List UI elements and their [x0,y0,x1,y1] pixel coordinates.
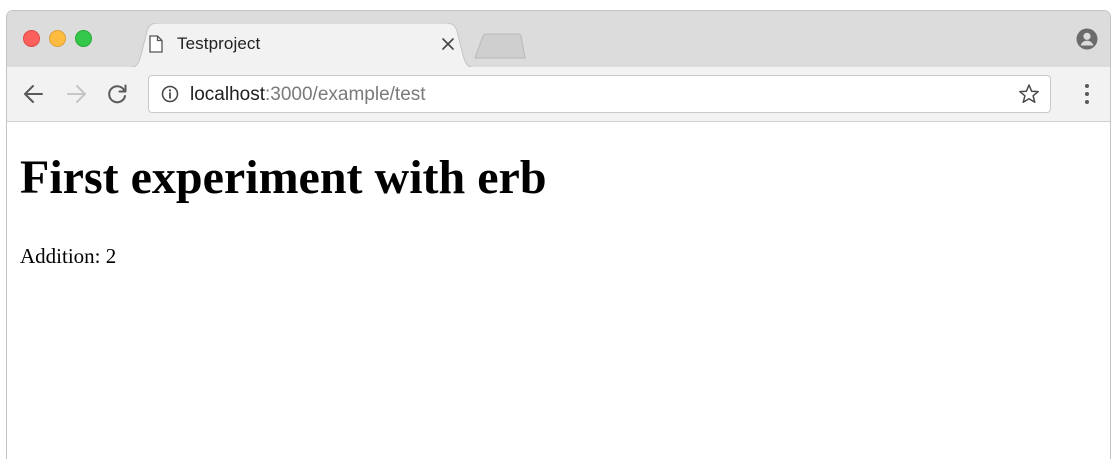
window-maximize-button[interactable] [75,30,92,47]
browser-window: Testproject localhost:3000/example/test … [6,10,1111,459]
url-host: localhost [190,84,265,105]
arrow-right-icon[interactable] [63,82,89,106]
new-tab-button[interactable] [473,33,527,59]
page-content: First experiment with erb Addition: 2 [7,122,1110,459]
profile-icon[interactable] [1076,28,1098,50]
arrow-left-icon[interactable] [21,82,47,106]
url-path: :3000/example/test [265,84,426,105]
close-icon[interactable] [440,36,456,52]
tab-title: Testproject [177,34,261,53]
url-text[interactable]: localhost:3000/example/test [190,84,426,106]
page-heading: First experiment with erb [20,151,547,204]
browser-tab[interactable]: Testproject [127,23,477,68]
addition-text: Addition: 2 [20,244,117,268]
address-bar[interactable]: localhost:3000/example/test [148,75,1051,113]
reload-icon[interactable] [105,82,131,106]
kebab-menu-icon[interactable] [1084,82,1090,106]
toolbar: localhost:3000/example/test [7,67,1110,122]
star-icon[interactable] [1018,83,1040,105]
info-icon[interactable] [161,85,179,103]
window-close-button[interactable] [23,30,40,47]
window-minimize-button[interactable] [49,30,66,47]
title-bar: Testproject [7,11,1110,68]
page-icon [149,35,163,53]
